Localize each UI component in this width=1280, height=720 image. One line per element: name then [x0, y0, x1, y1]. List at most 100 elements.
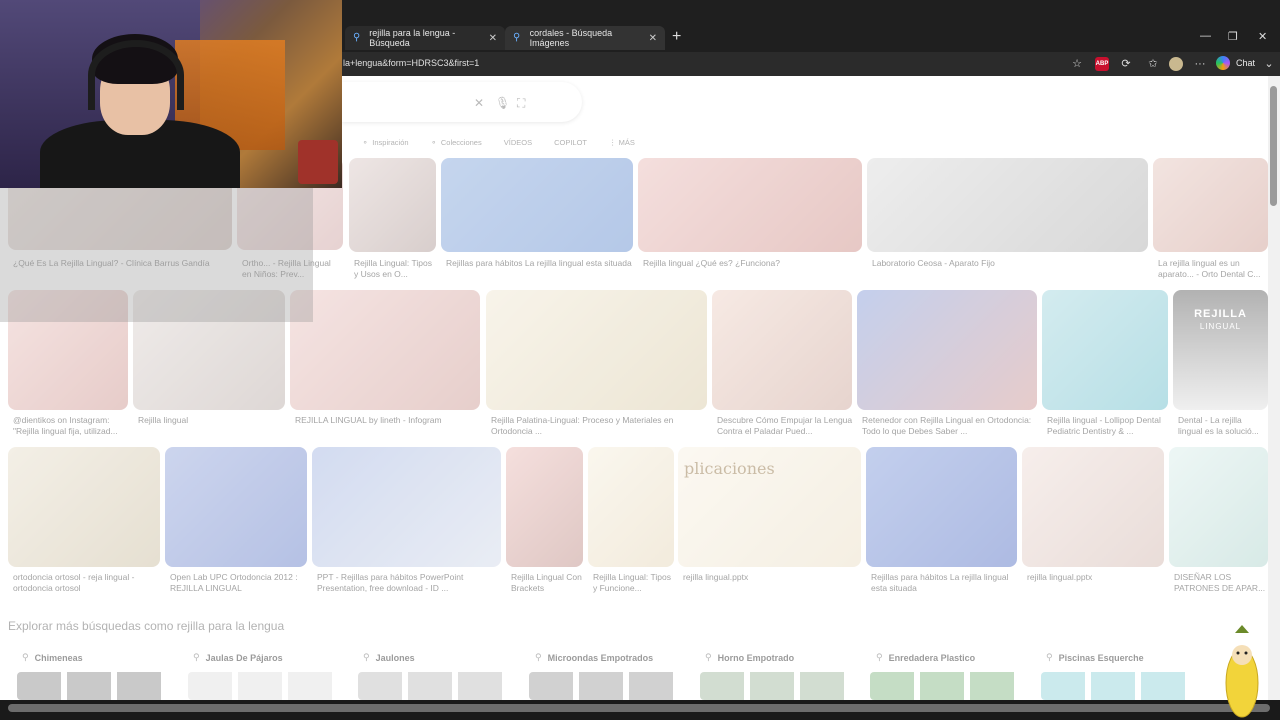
search-icon: ⚲ [513, 32, 521, 43]
filter-inspiracion[interactable]: ⚬ Inspiración [362, 138, 409, 147]
result-caption[interactable]: @dientikos on Instagram: "Rejilla lingua… [13, 415, 131, 437]
close-tab-icon[interactable]: ✕ [649, 33, 657, 44]
result-image[interactable] [1153, 158, 1268, 252]
result-image[interactable] [588, 447, 674, 567]
favorites-icon[interactable]: ✩ [1146, 57, 1160, 71]
related-thumbnails[interactable] [188, 672, 338, 700]
result-image[interactable] [1042, 290, 1168, 410]
star-icon[interactable]: ☆ [1070, 57, 1084, 71]
related-search-item[interactable]: ⚲ Enredadera Plastico [876, 652, 975, 663]
result-image[interactable] [712, 290, 852, 410]
filter-bar: ⚬ Inspiración ⚬ Colecciones VÍDEOS COPILOT… [362, 138, 635, 147]
related-thumbnails[interactable] [529, 672, 679, 700]
webcam-overlay [0, 0, 342, 188]
tab-title: cordales - Búsqueda Imágenes [529, 28, 613, 48]
search-input[interactable]: ✕ 🎙 ⛶ [342, 82, 582, 122]
result-caption[interactable]: Rejillas para hábitos La rejilla lingual… [446, 258, 634, 269]
visual-search-icon[interactable]: ⛶ [517, 96, 525, 111]
result-caption[interactable]: Descubre Cómo Empujar la Lengua Contra e… [717, 415, 853, 437]
result-image[interactable] [165, 447, 307, 567]
search-icon: ⚲ [22, 652, 29, 662]
filter-videos[interactable]: VÍDEOS [504, 138, 532, 147]
result-caption[interactable]: Retenedor con Rejilla Lingual en Ortodon… [862, 415, 1038, 437]
horizontal-scrollbar[interactable] [0, 700, 1280, 720]
result-caption[interactable]: ortodoncia ortosol - reja lingual - orto… [13, 572, 161, 594]
result-image[interactable]: plicaciones [678, 447, 861, 567]
result-caption[interactable]: Rejilla Lingual: Tipos y Usos en O... [354, 258, 438, 280]
result-caption[interactable]: La rejilla lingual es un aparato... - Or… [1158, 258, 1266, 280]
filter-colecciones[interactable]: ⚬ Colecciones [431, 138, 482, 147]
result-caption[interactable]: Rejilla lingual [138, 415, 288, 426]
rejilla-label: REJILLA [1194, 308, 1247, 320]
result-image[interactable] [290, 290, 480, 410]
search-icon: ⚲ [193, 652, 200, 662]
clear-icon[interactable]: ✕ [474, 96, 484, 110]
related-search-item[interactable]: ⚲ Chimeneas [22, 652, 83, 663]
result-image[interactable] [857, 290, 1037, 410]
related-search-item[interactable]: ⚲ Jaulones [363, 652, 415, 663]
new-tab-button[interactable]: + [672, 28, 681, 46]
result-image[interactable] [638, 158, 862, 252]
chat-label: Chat [1236, 58, 1256, 68]
close-window-button[interactable]: ✕ [1258, 30, 1267, 43]
extension-icon[interactable]: ⟳ [1119, 57, 1133, 71]
vertical-scrollbar[interactable] [1268, 76, 1280, 700]
related-thumbnails[interactable] [17, 672, 167, 700]
avatar[interactable] [1169, 57, 1183, 71]
result-caption[interactable]: Rejilla lingual ¿Qué es? ¿Funciona? [643, 258, 863, 269]
more-icon[interactable]: ··· [1193, 57, 1207, 71]
result-image[interactable] [349, 158, 436, 252]
restore-button[interactable]: ❐ [1228, 30, 1238, 43]
related-search-item[interactable]: ⚲ Horno Empotrado [705, 652, 794, 663]
result-image[interactable] [866, 447, 1017, 567]
search-icon: ⚲ [535, 652, 542, 662]
result-caption[interactable]: Dental - La rejilla lingual es la soluci… [1178, 415, 1268, 437]
related-thumbnails[interactable] [1041, 672, 1191, 700]
filter-more[interactable]: ⋮ MÁS [609, 138, 635, 147]
chat-button[interactable]: Chat [1216, 56, 1255, 70]
result-caption[interactable]: REJILLA LINGUAL by lineth - Infogram [295, 415, 483, 426]
result-caption[interactable]: rejilla lingual.pptx [1027, 572, 1167, 583]
related-search-item[interactable]: ⚲ Piscinas Esquerche [1046, 652, 1144, 663]
result-caption[interactable]: Rejilla lingual - Lollipop Dental Pediat… [1047, 415, 1171, 437]
microphone-icon[interactable]: 🎙 [495, 96, 510, 110]
result-image[interactable] [1169, 447, 1268, 567]
adblock-icon[interactable]: ABP [1095, 57, 1109, 71]
related-thumbnails[interactable] [358, 672, 508, 700]
result-caption[interactable]: DISEÑAR LOS PATRONES DE APAR... [1174, 572, 1268, 594]
related-search-item[interactable]: ⚲ Jaulas De Pájaros [193, 652, 283, 663]
result-caption[interactable]: rejilla lingual.pptx [683, 572, 863, 583]
result-caption[interactable]: Rejilla Lingual Con Brackets [511, 572, 585, 594]
scrollbar-thumb[interactable] [1270, 86, 1277, 206]
close-tab-icon[interactable]: ✕ [489, 33, 497, 44]
result-image[interactable] [1022, 447, 1164, 567]
tab-title: rejilla para la lengua - Búsqueda [369, 28, 456, 48]
collections-icon: ⚬ [430, 138, 437, 147]
search-icon: ⚲ [705, 652, 712, 662]
tab-rejilla[interactable]: ⚲ rejilla para la lengua - Búsqueda ✕ [345, 26, 505, 50]
scrollbar-thumb[interactable] [8, 704, 1270, 712]
related-thumbnails[interactable] [700, 672, 850, 700]
result-image[interactable] [486, 290, 707, 410]
result-caption[interactable]: Rejilla Lingual: Tipos y Funcione... [593, 572, 675, 594]
webcam-radio [298, 140, 338, 184]
result-image[interactable] [441, 158, 633, 252]
filter-copilot[interactable]: COPILOT [554, 138, 587, 147]
result-caption[interactable]: Rejillas para hábitos La rejilla lingual… [871, 572, 1019, 594]
result-caption[interactable]: Rejilla Palatina-Lingual: Proceso y Mate… [491, 415, 707, 437]
result-caption[interactable]: Open Lab UPC Ortodoncia 2012 : REJILLA L… [170, 572, 310, 594]
result-image[interactable] [506, 447, 583, 567]
minimize-button[interactable]: — [1200, 30, 1211, 42]
tab-cordales[interactable]: ⚲ cordales - Búsqueda Imágenes ✕ [505, 26, 665, 50]
related-thumbnails[interactable] [870, 672, 1020, 700]
url-field[interactable]: la+lengua&form=HDRSC3&first=1 [343, 58, 479, 68]
result-image[interactable]: REJILLA LINGUAL [1173, 290, 1268, 410]
result-image[interactable] [312, 447, 501, 567]
result-image[interactable] [8, 447, 160, 567]
related-search-item[interactable]: ⚲ Microondas Empotrados [535, 652, 653, 663]
chevron-down-icon[interactable]: ⌄ [1262, 57, 1276, 71]
overlay-shadow [0, 188, 313, 322]
result-caption[interactable]: Laboratorio Ceosa - Aparato Fijo [872, 258, 1142, 269]
result-image[interactable] [867, 158, 1148, 252]
result-caption[interactable]: PPT - Rejillas para hábitos PowerPoint P… [317, 572, 503, 594]
